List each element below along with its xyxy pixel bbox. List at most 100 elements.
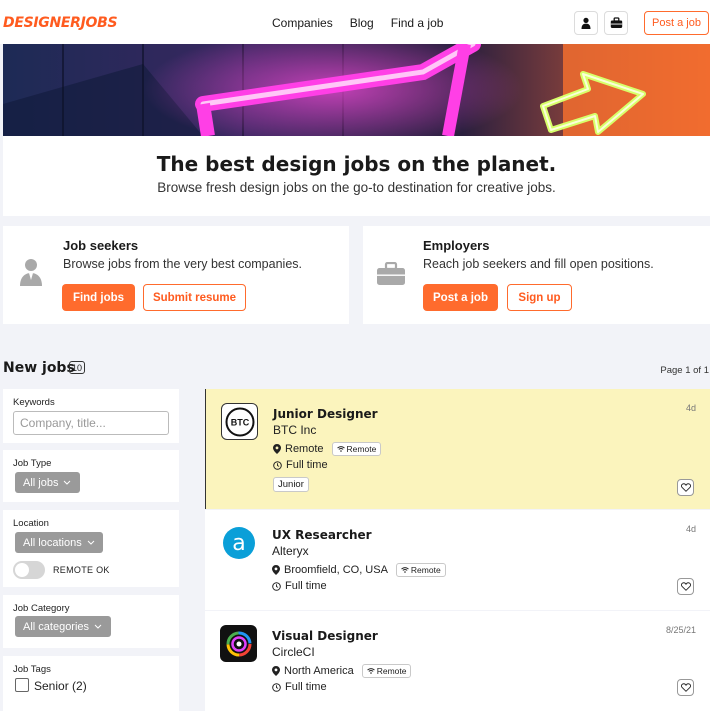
circleci-logo-icon <box>226 631 251 656</box>
keywords-input[interactable] <box>13 411 169 435</box>
job-tags-label: Job Tags <box>13 664 51 675</box>
find-jobs-button[interactable]: Find jobs <box>62 284 135 311</box>
account-button[interactable] <box>574 11 598 35</box>
clock-icon <box>272 581 281 591</box>
job-category-label: Job Category <box>13 603 70 614</box>
post-a-job-button[interactable]: Post a job <box>423 284 498 311</box>
save-job-button[interactable] <box>677 679 694 696</box>
job-seekers-title: Job seekers <box>63 238 139 253</box>
company-logo <box>220 625 257 662</box>
header-post-job-button[interactable]: Post a job <box>644 11 709 35</box>
job-card[interactable]: Visual Designer CircleCI North America R… <box>205 611 710 711</box>
heart-icon <box>680 483 691 492</box>
employers-title: Employers <box>423 238 490 253</box>
remote-ok-label: REMOTE OK <box>53 565 110 575</box>
job-location: North America Remote <box>272 664 412 678</box>
job-location: Broomfield, CO, USA Remote <box>272 563 446 577</box>
alteryx-logo-icon: a <box>222 526 255 559</box>
tag-senior-checkbox[interactable] <box>15 678 29 692</box>
remote-badge: Remote <box>395 563 446 577</box>
remote-badge-text: Remote <box>410 565 441 575</box>
location-label: Location <box>13 518 49 529</box>
btc-logo-text: BTC <box>230 417 249 427</box>
nav-blog[interactable]: Blog <box>350 16 374 30</box>
tag-senior-label[interactable]: Senior (2) <box>34 679 87 693</box>
location-value: All locations <box>23 536 82 549</box>
job-type-text: Full time <box>285 681 327 693</box>
job-type-select[interactable]: All jobs <box>15 472 80 493</box>
employer-button[interactable] <box>604 11 628 35</box>
heart-icon <box>680 683 691 692</box>
job-company: Alteryx <box>272 544 309 558</box>
remote-badge-text: Remote <box>376 666 407 676</box>
submit-resume-button[interactable]: Submit resume <box>143 284 246 311</box>
company-logo: BTC <box>221 403 258 440</box>
wifi-icon <box>366 668 375 674</box>
jobs-count-badge: 10 <box>69 361 85 374</box>
job-seeker-icon <box>20 259 42 286</box>
job-type-text: Full time <box>286 459 328 471</box>
job-tags-filter: Job Tags Senior (2) <box>3 656 179 711</box>
keywords-filter: Keywords <box>3 389 179 443</box>
new-jobs-heading: New jobs <box>3 360 75 376</box>
job-category-filter: Job Category All categories <box>3 595 179 648</box>
btc-logo-icon: BTC <box>225 407 254 436</box>
nav-companies[interactable]: Companies <box>272 16 333 30</box>
site-logo[interactable]: DESIGNERJOBS <box>3 15 118 31</box>
briefcase-icon <box>610 17 622 28</box>
location-pin-icon <box>273 444 281 454</box>
job-date: 4d <box>685 403 696 413</box>
wifi-icon <box>401 567 409 573</box>
job-location-text: Remote <box>285 443 324 455</box>
company-logo: a <box>220 524 257 561</box>
alteryx-logo-text: a <box>232 531 245 556</box>
heart-icon <box>680 582 691 591</box>
top-navigation-bar: DESIGNERJOBS Companies Blog Find a job P… <box>0 0 710 44</box>
hero-subtitle: Browse fresh design jobs on the go-to de… <box>157 180 556 195</box>
job-location: Remote Remote <box>273 442 382 456</box>
save-job-button[interactable] <box>677 479 694 496</box>
job-location-text: Broomfield, CO, USA <box>284 564 388 576</box>
job-tag[interactable]: Junior <box>273 477 309 492</box>
hero-text-card: The best design jobs on the planet. Brow… <box>3 136 710 216</box>
job-date: 8/25/21 <box>665 625 696 635</box>
job-location-text: North America <box>284 665 354 677</box>
job-seekers-panel: Job seekers Browse jobs from the very be… <box>3 226 349 324</box>
job-title[interactable]: UX Researcher <box>272 528 372 542</box>
job-title[interactable]: Visual Designer <box>272 629 378 643</box>
location-pin-icon <box>272 565 280 575</box>
job-card[interactable]: BTC Junior Designer BTC Inc Remote Remot… <box>205 389 710 509</box>
remote-badge-text: Remote <box>346 444 377 454</box>
clock-icon <box>273 460 282 470</box>
employers-text: Reach job seekers and fill open position… <box>423 257 654 271</box>
job-type: Full time <box>272 580 327 592</box>
remote-badge: Remote <box>361 664 412 678</box>
nav-find-a-job[interactable]: Find a job <box>391 16 444 30</box>
job-type-label: Job Type <box>13 458 52 469</box>
sign-up-button[interactable]: Sign up <box>507 284 572 311</box>
pagination-info: Page 1 of 1 <box>660 365 709 376</box>
remote-badge: Remote <box>331 442 382 456</box>
job-category-value: All categories <box>23 620 90 633</box>
chevron-down-icon <box>94 624 102 629</box>
briefcase-icon <box>377 262 405 285</box>
job-card[interactable]: a UX Researcher Alteryx Broomfield, CO, … <box>205 510 710 610</box>
remote-ok-toggle[interactable] <box>13 561 45 579</box>
job-seekers-text: Browse jobs from the very best companies… <box>63 257 302 271</box>
chevron-down-icon <box>87 540 95 545</box>
job-type: Full time <box>273 459 328 471</box>
save-job-button[interactable] <box>677 578 694 595</box>
location-select[interactable]: All locations <box>15 532 103 553</box>
job-company: CircleCI <box>272 645 315 659</box>
job-type-filter: Job Type All jobs <box>3 450 179 502</box>
job-title[interactable]: Junior Designer <box>273 407 378 421</box>
main-nav: Companies Blog Find a job <box>272 16 443 30</box>
hero-title: The best design jobs on the planet. <box>156 152 557 176</box>
location-pin-icon <box>272 666 280 676</box>
user-icon <box>581 17 591 29</box>
job-category-select[interactable]: All categories <box>15 616 111 637</box>
wifi-icon <box>336 446 345 452</box>
hero-banner-image <box>3 44 710 136</box>
keywords-label: Keywords <box>13 397 55 408</box>
location-filter: Location All locations REMOTE OK <box>3 510 179 587</box>
